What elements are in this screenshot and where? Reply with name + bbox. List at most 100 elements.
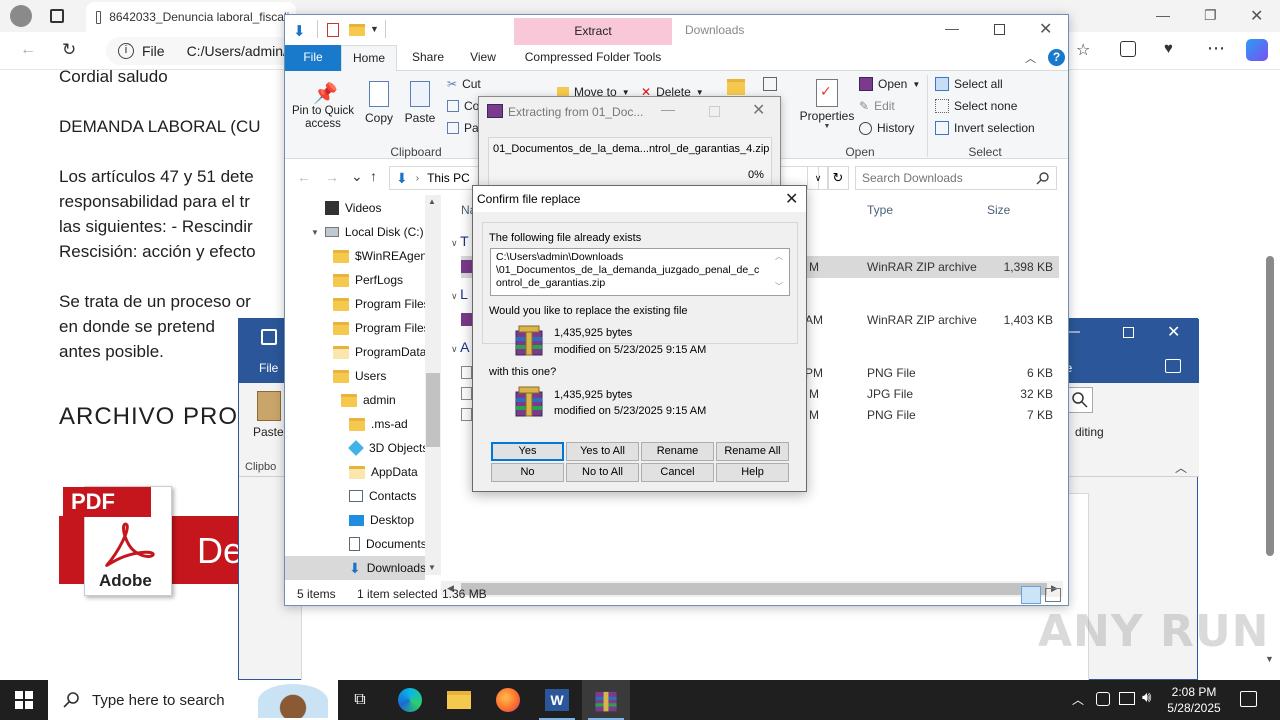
tree-item-downloads[interactable]: ⬇ Downloads bbox=[285, 556, 426, 580]
winrar-taskbar-button[interactable] bbox=[582, 680, 630, 720]
network-icon[interactable] bbox=[1119, 692, 1135, 705]
history-button[interactable]: History bbox=[859, 121, 914, 135]
paste-shortcut-button[interactable]: Pa bbox=[447, 121, 479, 135]
search-input[interactable] bbox=[856, 167, 1026, 189]
tree-item-documents[interactable]: Documents bbox=[349, 532, 427, 556]
column-header-type[interactable]: Type bbox=[867, 203, 893, 217]
notifications-icon[interactable] bbox=[1240, 691, 1257, 707]
editing-label[interactable]: diting bbox=[1075, 425, 1104, 439]
extract-minimize-icon[interactable]: — bbox=[661, 101, 675, 117]
volume-icon[interactable]: 🔊︎ bbox=[1142, 689, 1151, 706]
confirm-close-icon[interactable]: ✕ bbox=[785, 189, 798, 209]
yes-to-all-button[interactable]: Yes to All bbox=[566, 442, 639, 461]
tab-share[interactable]: Share bbox=[403, 45, 453, 71]
open-button[interactable]: Open ▼ bbox=[859, 77, 920, 91]
paste-button[interactable]: Paste bbox=[403, 81, 437, 125]
quick-access-down-icon[interactable]: ⬇ bbox=[293, 22, 306, 40]
refresh-icon[interactable]: ↻ bbox=[827, 166, 849, 190]
tree-item-videos[interactable]: Videos bbox=[325, 196, 381, 220]
browser-scrollbar[interactable]: ▼ bbox=[1262, 70, 1278, 670]
file-explorer-taskbar-button[interactable] bbox=[435, 680, 483, 720]
help-button[interactable]: Help bbox=[716, 463, 789, 482]
word-file-tab[interactable]: File bbox=[259, 361, 278, 375]
column-header-size[interactable]: Size bbox=[987, 203, 1010, 217]
extensions-icon[interactable]: ♥ bbox=[1164, 40, 1173, 57]
pin-quick-access-button[interactable]: 📌 Pin to Quick access bbox=[291, 81, 355, 131]
tab-compressed-folder-tools[interactable]: Compressed Folder Tools bbox=[514, 45, 672, 71]
tab-actions-icon[interactable] bbox=[50, 9, 64, 23]
firefox-taskbar-button[interactable] bbox=[484, 680, 532, 720]
copilot-icon[interactable] bbox=[1246, 39, 1268, 61]
extract-close-icon[interactable]: ✕ bbox=[752, 100, 765, 120]
show-hidden-icons-icon[interactable]: ︿ bbox=[1072, 691, 1084, 708]
word-close-icon[interactable]: ✕ bbox=[1167, 322, 1180, 342]
copy-button[interactable]: Copy bbox=[361, 81, 397, 125]
back-icon[interactable]: ← bbox=[20, 41, 36, 59]
save-icon[interactable] bbox=[261, 329, 277, 345]
explorer-maximize-icon[interactable] bbox=[994, 24, 1005, 35]
tree-item-folder[interactable]: Users bbox=[333, 364, 386, 388]
restore-icon[interactable]: ❐ bbox=[1204, 7, 1217, 24]
scroll-down-icon[interactable]: ▼ bbox=[428, 563, 436, 572]
paste-icon[interactable] bbox=[257, 391, 281, 421]
tab-home[interactable]: Home bbox=[341, 45, 397, 71]
copy-path-button[interactable]: Co bbox=[447, 99, 479, 113]
group-header[interactable]: ∨ T bbox=[451, 233, 469, 249]
tree-item-folder[interactable]: Program Files bbox=[333, 292, 430, 316]
select-all-button[interactable]: Select all bbox=[935, 77, 1003, 91]
help-icon[interactable]: ? bbox=[1048, 49, 1065, 66]
scroll-up-icon[interactable]: ▲ bbox=[428, 197, 436, 206]
tree-item-folder[interactable]: $WinREAgent bbox=[333, 244, 430, 268]
new-item-icon[interactable] bbox=[763, 77, 777, 91]
invert-selection-button[interactable]: Invert selection bbox=[935, 121, 1035, 135]
tree-item-3d-objects[interactable]: 3D Objects bbox=[348, 436, 428, 460]
tree-item-folder[interactable]: ProgramData bbox=[333, 340, 426, 364]
tab-view[interactable]: View bbox=[459, 45, 507, 71]
new-folder-qat-icon[interactable] bbox=[349, 24, 365, 36]
group-header[interactable]: ∨ L bbox=[451, 286, 468, 302]
cancel-button[interactable]: Cancel bbox=[641, 463, 714, 482]
select-none-button[interactable]: Select none bbox=[935, 99, 1017, 113]
address-dropdown-icon[interactable]: ∨ bbox=[807, 166, 829, 190]
extract-maximize-icon[interactable] bbox=[709, 106, 720, 117]
path-scroll-down-icon[interactable]: ﹀ bbox=[775, 281, 783, 292]
nav-up-icon[interactable]: ↑ bbox=[370, 168, 377, 184]
paste-label[interactable]: Paste bbox=[253, 425, 284, 439]
comments-icon[interactable] bbox=[1165, 359, 1181, 373]
scrollbar-thumb[interactable] bbox=[1266, 256, 1274, 556]
close-icon[interactable]: ✕ bbox=[1250, 6, 1263, 26]
edge-taskbar-button[interactable] bbox=[386, 680, 434, 720]
more-menu-icon[interactable]: ⋯ bbox=[1207, 38, 1225, 59]
task-view-button[interactable]: ⧉ bbox=[336, 680, 384, 720]
tree-item-contacts[interactable]: Contacts bbox=[349, 484, 416, 508]
collections-icon[interactable] bbox=[1120, 41, 1136, 57]
security-tray-icon[interactable] bbox=[1096, 692, 1110, 706]
explorer-close-icon[interactable]: ✕ bbox=[1039, 19, 1052, 39]
qat-dropdown-icon[interactable]: ▼ bbox=[370, 24, 379, 34]
tree-scrollbar[interactable]: ▲ ▼ bbox=[425, 195, 441, 575]
rename-all-button[interactable]: Rename All bbox=[716, 442, 789, 461]
nav-recent-icon[interactable]: ⌄ bbox=[351, 168, 363, 185]
edit-button[interactable]: ✎ Edit bbox=[859, 99, 895, 113]
minimize-icon[interactable]: — bbox=[1156, 7, 1170, 23]
tree-item-folder[interactable]: .ms-ad bbox=[349, 412, 408, 436]
tree-item-desktop[interactable]: Desktop bbox=[349, 508, 414, 532]
taskbar-search-box[interactable]: Type here to search bbox=[48, 680, 338, 720]
address-bar[interactable]: i File C:/Users/admin/ bbox=[106, 37, 306, 65]
tree-item-folder[interactable]: PerfLogs bbox=[333, 268, 403, 292]
contextual-tab-extract[interactable]: Extract bbox=[514, 18, 672, 45]
no-to-all-button[interactable]: No to All bbox=[566, 463, 639, 482]
word-maximize-icon[interactable] bbox=[1123, 327, 1134, 338]
path-scroll-up-icon[interactable]: ︿ bbox=[775, 251, 783, 262]
reload-icon[interactable]: ↻ bbox=[62, 40, 76, 60]
search-box[interactable] bbox=[855, 166, 1057, 190]
properties-button[interactable]: ✓ Properties ▼ bbox=[799, 79, 855, 130]
ribbon-expand-icon[interactable]: ︿ bbox=[1025, 50, 1036, 66]
profile-avatar-icon[interactable] bbox=[10, 5, 32, 27]
rename-button[interactable]: Rename bbox=[641, 442, 714, 461]
no-button[interactable]: No bbox=[491, 463, 564, 482]
taskbar-clock[interactable]: 2:08 PM 5/28/2025 bbox=[1162, 680, 1226, 720]
favorites-star-icon[interactable]: ☆ bbox=[1076, 40, 1090, 60]
scrollbar-thumb[interactable] bbox=[426, 373, 440, 447]
start-button[interactable] bbox=[0, 680, 48, 720]
